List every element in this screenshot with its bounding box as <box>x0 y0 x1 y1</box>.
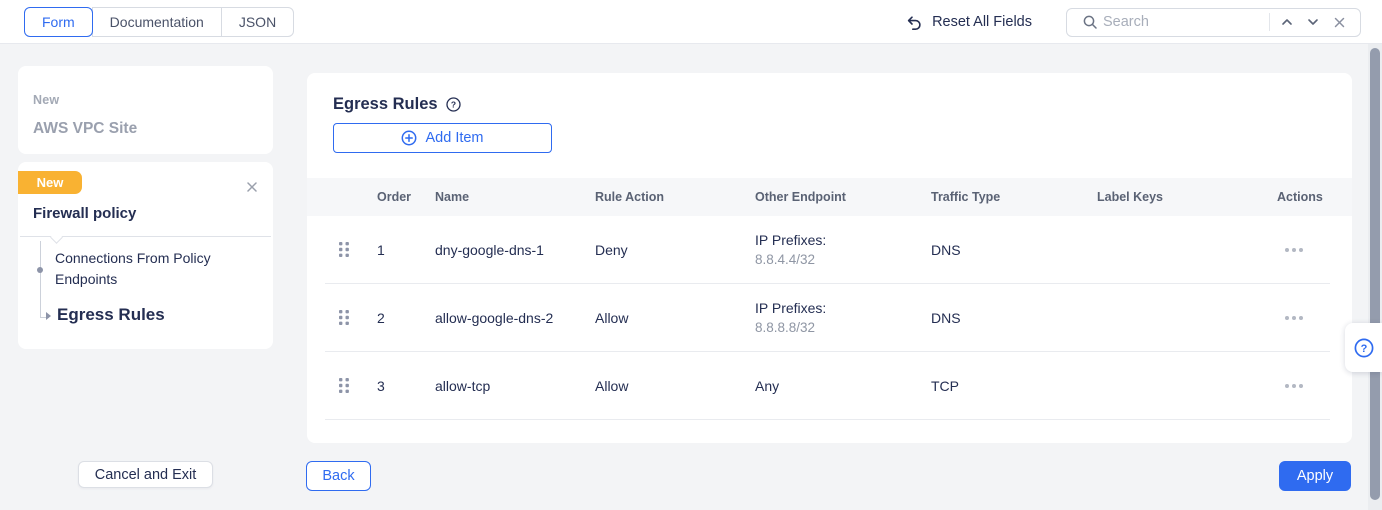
site-card-eyebrow: New <box>33 93 258 107</box>
tree-connector <box>40 241 41 317</box>
other-endpoint-secondary: 8.8.8.8/32 <box>755 320 925 335</box>
column-header-label-keys: Label Keys <box>1091 190 1271 204</box>
cell-rule-action: Allow <box>589 378 749 394</box>
cell-other-endpoint: IP Prefixes: 8.8.8.8/32 <box>749 300 925 335</box>
other-endpoint-primary: Any <box>755 378 925 394</box>
close-icon[interactable] <box>239 174 265 200</box>
firewall-policy-card: New Firewall policy Connections From Pol… <box>18 162 273 349</box>
add-item-label: Add Item <box>425 130 483 146</box>
divider <box>325 419 1330 420</box>
help-button[interactable]: ? <box>1345 323 1382 372</box>
chevron-down-icon[interactable] <box>1300 9 1326 35</box>
table-row: 1 dny-google-dns-1 Deny IP Prefixes: 8.8… <box>307 216 1352 283</box>
drag-handle-icon[interactable] <box>331 240 371 259</box>
other-endpoint-secondary: 8.8.4.4/32 <box>755 252 925 267</box>
policy-card-title: Firewall policy <box>33 205 136 222</box>
plus-circle-icon <box>401 130 417 146</box>
cell-traffic-type: TCP <box>925 378 1091 394</box>
reset-all-fields-label: Reset All Fields <box>932 14 1032 30</box>
new-badge: New <box>18 171 82 194</box>
tab-json[interactable]: JSON <box>221 7 294 37</box>
tab-form[interactable]: Form <box>24 7 93 37</box>
svg-text:?: ? <box>1360 343 1367 355</box>
close-icon[interactable] <box>1326 9 1352 35</box>
undo-icon <box>905 13 923 31</box>
other-endpoint-primary: IP Prefixes: <box>755 300 925 316</box>
view-tab-group: Form Documentation JSON <box>24 7 294 37</box>
row-actions-menu-button[interactable] <box>1271 316 1328 320</box>
other-endpoint-primary: IP Prefixes: <box>755 232 925 248</box>
column-header-actions: Actions <box>1271 190 1328 204</box>
reset-all-fields-button[interactable]: Reset All Fields <box>905 13 1032 31</box>
egress-rules-panel: Egress Rules ? Add Item Order Name Rule … <box>307 73 1352 443</box>
site-card-title: AWS VPC Site <box>33 120 258 138</box>
search-box <box>1066 8 1361 37</box>
caret-right-icon <box>46 312 51 320</box>
cell-name: allow-google-dns-2 <box>429 310 589 326</box>
svg-text:?: ? <box>450 100 455 110</box>
column-header-other-endpoint: Other Endpoint <box>749 190 925 204</box>
scrollbar-thumb[interactable] <box>1370 48 1380 500</box>
row-actions-menu-button[interactable] <box>1271 384 1328 388</box>
expander-notch-icon <box>50 231 63 244</box>
sidebar-item-egress-rules[interactable]: Egress Rules <box>57 305 165 325</box>
cell-traffic-type: DNS <box>925 310 1091 326</box>
cell-order: 1 <box>371 242 429 258</box>
table-header-row: Order Name Rule Action Other Endpoint Tr… <box>307 178 1352 216</box>
cell-order: 3 <box>371 378 429 394</box>
table-row: 2 allow-google-dns-2 Allow IP Prefixes: … <box>307 284 1352 351</box>
cell-other-endpoint: IP Prefixes: 8.8.4.4/32 <box>749 232 925 267</box>
drag-handle-icon[interactable] <box>331 376 371 395</box>
search-input[interactable] <box>1103 14 1265 30</box>
cell-order: 2 <box>371 310 429 326</box>
tab-documentation[interactable]: Documentation <box>92 7 222 37</box>
egress-rules-table: Order Name Rule Action Other Endpoint Tr… <box>307 178 1352 420</box>
cell-other-endpoint: Any <box>749 378 925 394</box>
search-icon <box>1077 9 1103 35</box>
cell-rule-action: Allow <box>589 310 749 326</box>
cell-traffic-type: DNS <box>925 242 1091 258</box>
back-button[interactable]: Back <box>306 461 371 491</box>
cell-name: dny-google-dns-1 <box>429 242 589 258</box>
column-header-order: Order <box>371 190 429 204</box>
site-card: New AWS VPC Site <box>18 66 273 154</box>
page-title: Egress Rules <box>333 95 438 114</box>
add-item-button[interactable]: Add Item <box>333 123 552 153</box>
cancel-and-exit-button[interactable]: Cancel and Exit <box>78 461 213 488</box>
apply-button[interactable]: Apply <box>1279 461 1351 491</box>
chevron-up-icon[interactable] <box>1274 9 1300 35</box>
help-circle-icon: ? <box>1354 338 1374 358</box>
table-row: 3 allow-tcp Allow Any TCP <box>307 352 1352 419</box>
tree-bullet <box>37 267 43 273</box>
column-header-rule-action: Rule Action <box>589 190 749 204</box>
column-header-name: Name <box>429 190 589 204</box>
drag-handle-icon[interactable] <box>331 308 371 327</box>
column-header-traffic-type: Traffic Type <box>925 190 1091 204</box>
divider <box>1269 13 1270 31</box>
cell-rule-action: Deny <box>589 242 749 258</box>
sidebar-item-connections-from-policy-endpoints[interactable]: Connections From Policy Endpoints <box>55 248 235 290</box>
cell-name: allow-tcp <box>429 378 589 394</box>
help-circle-icon[interactable]: ? <box>446 97 461 112</box>
top-bar: Form Documentation JSON Reset All Fields <box>0 0 1382 44</box>
row-actions-menu-button[interactable] <box>1271 248 1328 252</box>
